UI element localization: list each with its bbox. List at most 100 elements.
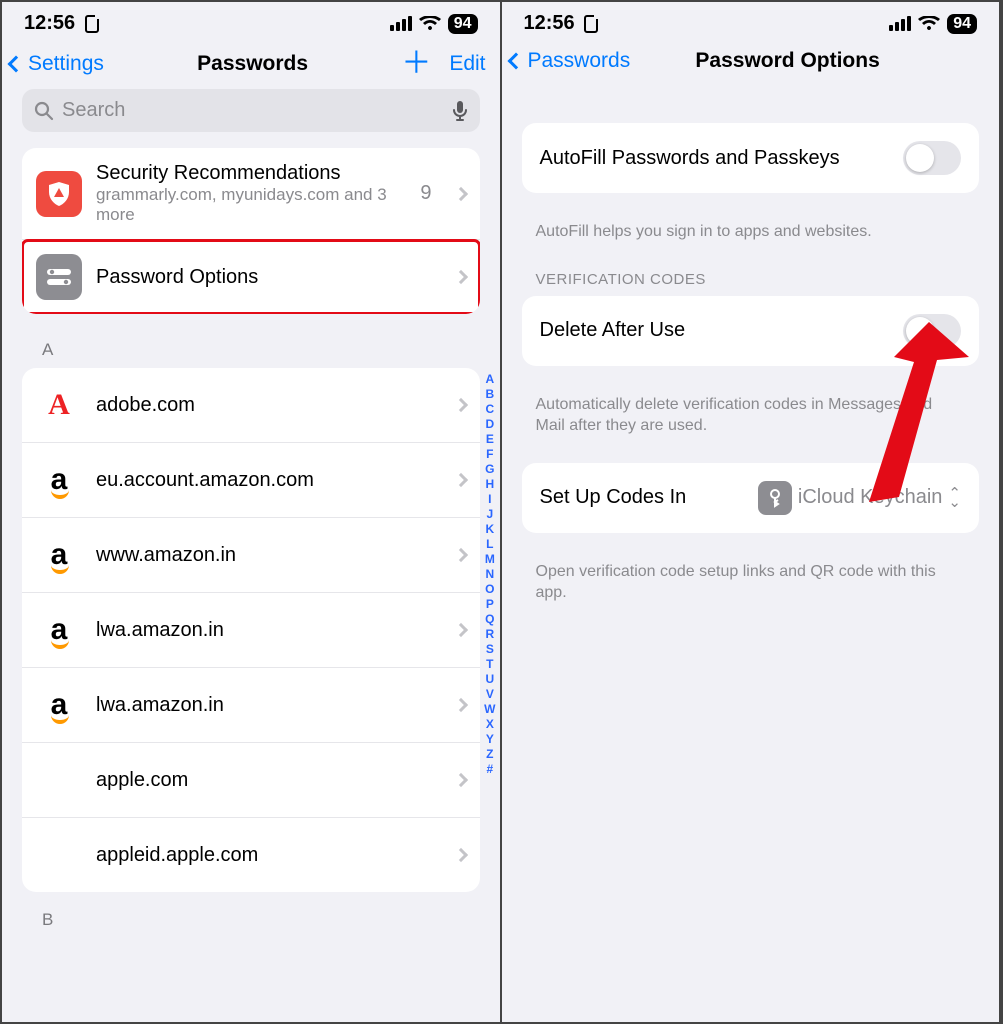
site-label: apple.com	[96, 769, 442, 792]
autofill-card: AutoFill Passwords and Passkeys	[522, 123, 980, 193]
index-letter[interactable]: H	[486, 477, 495, 491]
updown-icon: ⌃⌄	[948, 489, 961, 507]
index-letter[interactable]: A	[486, 372, 495, 386]
site-label: eu.account.amazon.com	[96, 469, 442, 492]
list-item[interactable]: apple.com	[22, 743, 480, 818]
status-bar: 12:56 94	[502, 2, 1000, 41]
amazon-icon: a	[36, 607, 82, 653]
password-options-row[interactable]: Password Options	[22, 240, 480, 314]
page-title: Passwords	[197, 52, 308, 76]
page-title: Password Options	[695, 49, 879, 73]
battery-badge: 94	[947, 14, 977, 34]
passwords-screen: 12:56 94 Settings Passwords ＋ Edit Searc…	[2, 2, 502, 1022]
index-letter[interactable]: L	[486, 537, 493, 551]
sim-icon	[584, 15, 598, 33]
index-letter[interactable]: Y	[486, 732, 494, 746]
index-letter[interactable]: J	[486, 507, 493, 521]
delete-after-use-label: Delete After Use	[540, 319, 686, 342]
autofill-label: AutoFill Passwords and Passkeys	[540, 147, 840, 170]
index-letter[interactable]: O	[485, 582, 494, 596]
index-letter[interactable]: #	[486, 762, 493, 776]
key-icon	[758, 481, 792, 515]
index-letter[interactable]: P	[486, 597, 494, 611]
security-count: 9	[420, 182, 431, 205]
index-letter[interactable]: G	[485, 462, 494, 476]
index-letter[interactable]: S	[486, 642, 494, 656]
apple-icon	[36, 832, 82, 878]
setup-codes-card: Set Up Codes In iCloud Keychain ⌃⌄	[522, 463, 980, 533]
autofill-row[interactable]: AutoFill Passwords and Passkeys	[522, 123, 980, 193]
setup-codes-label: Set Up Codes In	[540, 486, 687, 509]
top-card: Security Recommendations grammarly.com, …	[22, 148, 480, 314]
search-icon	[34, 101, 54, 121]
autofill-toggle[interactable]	[903, 141, 961, 175]
setup-codes-row[interactable]: Set Up Codes In iCloud Keychain ⌃⌄	[522, 463, 980, 533]
list-item[interactable]: a lwa.amazon.in	[22, 593, 480, 668]
index-letter[interactable]: I	[488, 492, 491, 506]
index-letter[interactable]: B	[486, 387, 495, 401]
list-item[interactable]: a www.amazon.in	[22, 518, 480, 593]
password-options-screen: 12:56 94 Passwords Password Options Auto…	[502, 2, 1002, 1022]
index-letter[interactable]: D	[486, 417, 495, 431]
status-time: 12:56	[24, 12, 99, 35]
time-text: 12:56	[24, 12, 75, 34]
search-input[interactable]: Search	[22, 89, 480, 132]
index-letter[interactable]: Q	[485, 612, 494, 626]
nav-bar: Passwords Password Options	[502, 41, 1000, 83]
status-bar: 12:56 94	[2, 2, 500, 41]
index-letter[interactable]: T	[486, 657, 493, 671]
index-letter[interactable]: U	[486, 672, 495, 686]
status-time: 12:56	[524, 12, 599, 35]
options-icon	[36, 254, 82, 300]
list-item[interactable]: A adobe.com	[22, 368, 480, 443]
chevron-right-icon	[453, 698, 467, 712]
time-text: 12:56	[524, 12, 575, 34]
list-item[interactable]: a lwa.amazon.in	[22, 668, 480, 743]
chevron-right-icon	[453, 186, 467, 200]
chevron-right-icon	[453, 270, 467, 284]
search-placeholder: Search	[62, 99, 125, 122]
adobe-icon: A	[36, 382, 82, 428]
delete-after-use-row[interactable]: Delete After Use	[522, 296, 980, 366]
index-letter[interactable]: F	[486, 447, 493, 461]
verification-footer: Automatically delete verification codes …	[502, 384, 1000, 437]
index-letter[interactable]: R	[486, 627, 495, 641]
edit-button[interactable]: Edit	[449, 52, 485, 76]
security-recommendations-row[interactable]: Security Recommendations grammarly.com, …	[22, 148, 480, 240]
list-item[interactable]: a eu.account.amazon.com	[22, 443, 480, 518]
security-sub: grammarly.com, myunidays.com and 3 more	[96, 185, 406, 225]
password-list: A adobe.com a eu.account.amazon.com a ww…	[22, 368, 480, 892]
back-button[interactable]: Settings	[10, 52, 104, 76]
index-letter[interactable]: X	[486, 717, 494, 731]
back-button[interactable]: Passwords	[510, 49, 631, 73]
chevron-right-icon	[453, 773, 467, 787]
section-header-a: A	[2, 332, 500, 368]
delete-after-use-toggle[interactable]	[903, 314, 961, 348]
index-letter[interactable]: V	[486, 687, 494, 701]
chevron-right-icon	[453, 473, 467, 487]
index-letter[interactable]: C	[486, 402, 495, 416]
site-label: www.amazon.in	[96, 544, 442, 567]
index-letter[interactable]: W	[484, 702, 495, 716]
verification-header: VERIFICATION CODES	[502, 243, 1000, 296]
chevron-right-icon	[453, 548, 467, 562]
index-letter[interactable]: M	[485, 552, 495, 566]
site-label: appleid.apple.com	[96, 844, 442, 867]
back-label: Passwords	[528, 49, 631, 73]
index-letter[interactable]: E	[486, 432, 494, 446]
add-button[interactable]: ＋	[401, 49, 431, 79]
index-letter[interactable]: K	[486, 522, 495, 536]
verification-card: Delete After Use	[522, 296, 980, 366]
amazon-icon: a	[36, 532, 82, 578]
index-rail[interactable]: ABCDEFGHIJKLMNOPQRSTUVWXYZ#	[484, 372, 495, 776]
sim-icon	[85, 15, 99, 33]
index-letter[interactable]: Z	[486, 747, 493, 761]
nav-bar: Settings Passwords ＋ Edit	[2, 41, 500, 89]
wifi-icon	[419, 16, 441, 32]
security-title: Security Recommendations	[96, 162, 406, 185]
list-item[interactable]: appleid.apple.com	[22, 818, 480, 892]
cellular-icon	[889, 16, 911, 31]
back-label: Settings	[28, 52, 104, 76]
mic-icon[interactable]	[452, 100, 468, 122]
index-letter[interactable]: N	[486, 567, 495, 581]
